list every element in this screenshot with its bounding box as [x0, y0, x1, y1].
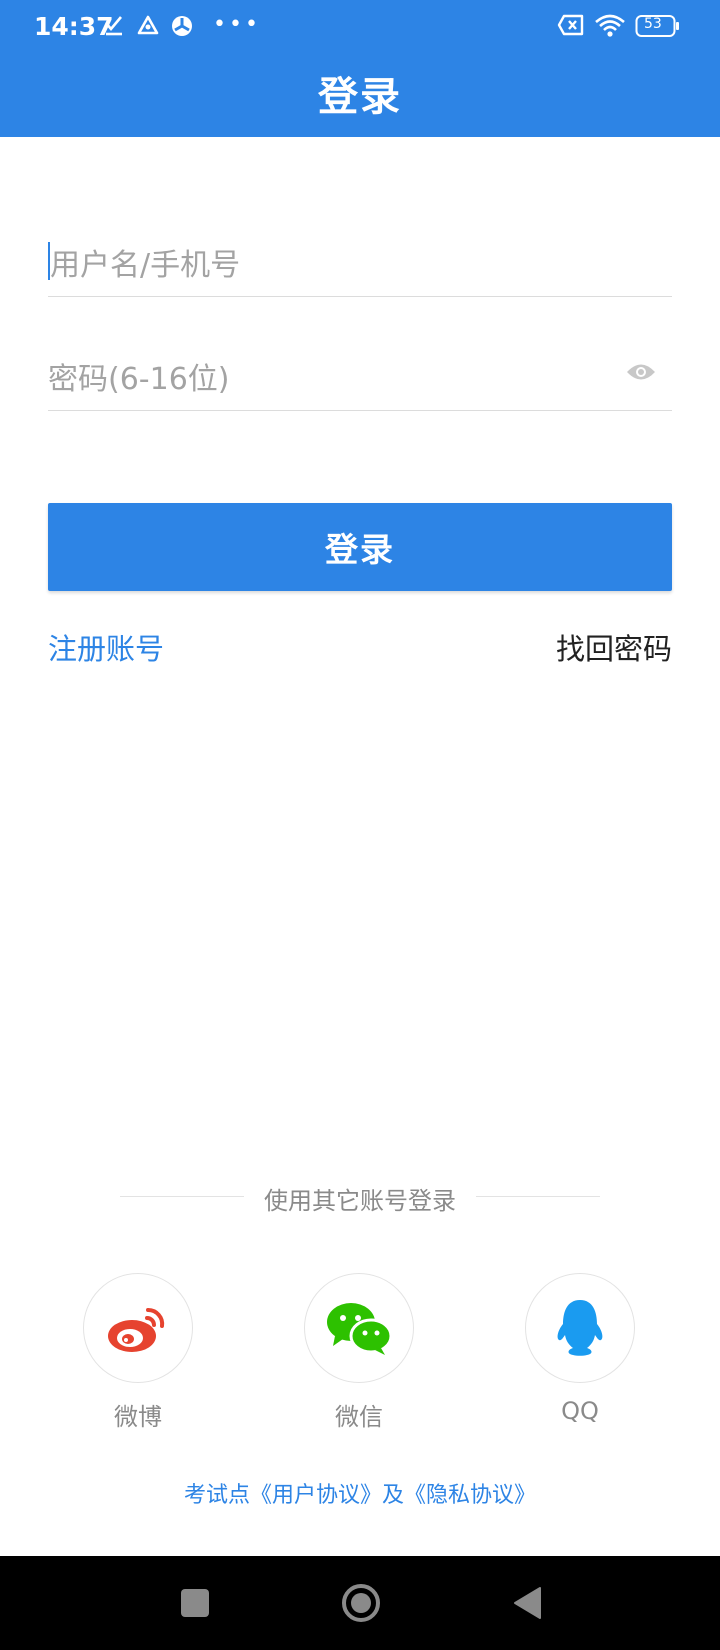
delta-icon [137, 14, 159, 40]
qq-login[interactable]: QQ [525, 1273, 635, 1425]
qq-icon[interactable] [525, 1273, 635, 1383]
home-button[interactable] [336, 1556, 386, 1650]
check-icon [104, 14, 124, 40]
password-field[interactable]: 密码(6-16位) [48, 340, 672, 411]
system-nav-bar [0, 1556, 720, 1650]
qq-label: QQ [561, 1397, 599, 1425]
sync-icon [170, 14, 194, 42]
register-link[interactable]: 注册账号 [48, 626, 164, 668]
recent-apps-button[interactable] [170, 1556, 220, 1650]
username-placeholder: 用户名/手机号 [50, 248, 241, 283]
agreement-link[interactable]: 考试点《用户协议》及《隐私协议》 [0, 1477, 720, 1509]
back-button[interactable] [502, 1556, 552, 1650]
status-time: 14:37 [34, 12, 114, 41]
username-field[interactable]: 用户名/手机号 [48, 226, 672, 297]
login-button[interactable]: 登录 [48, 503, 672, 591]
status-bar: 14:37 ••• 53 [0, 0, 720, 54]
weibo-login[interactable]: 微博 [83, 1273, 193, 1432]
app-header: 14:37 ••• 53 登录 [0, 0, 720, 137]
forgot-password-link[interactable]: 找回密码 [556, 626, 672, 668]
weibo-icon[interactable] [83, 1273, 193, 1383]
wifi-icon [594, 14, 626, 42]
weibo-label: 微博 [114, 1403, 162, 1431]
wechat-login[interactable]: 微信 [304, 1273, 414, 1432]
wechat-icon[interactable] [304, 1273, 414, 1383]
other-login-label: 使用其它账号登录 [264, 1187, 456, 1215]
wechat-label: 微信 [335, 1403, 383, 1431]
battery-level: 53 [644, 16, 662, 32]
page-title: 登录 [318, 74, 402, 120]
more-icon: ••• [213, 12, 261, 37]
sim-off-icon [557, 14, 585, 40]
password-placeholder: 密码(6-16位) [48, 362, 230, 397]
eye-icon[interactable] [626, 362, 656, 386]
battery-icon: 53 [635, 14, 681, 42]
